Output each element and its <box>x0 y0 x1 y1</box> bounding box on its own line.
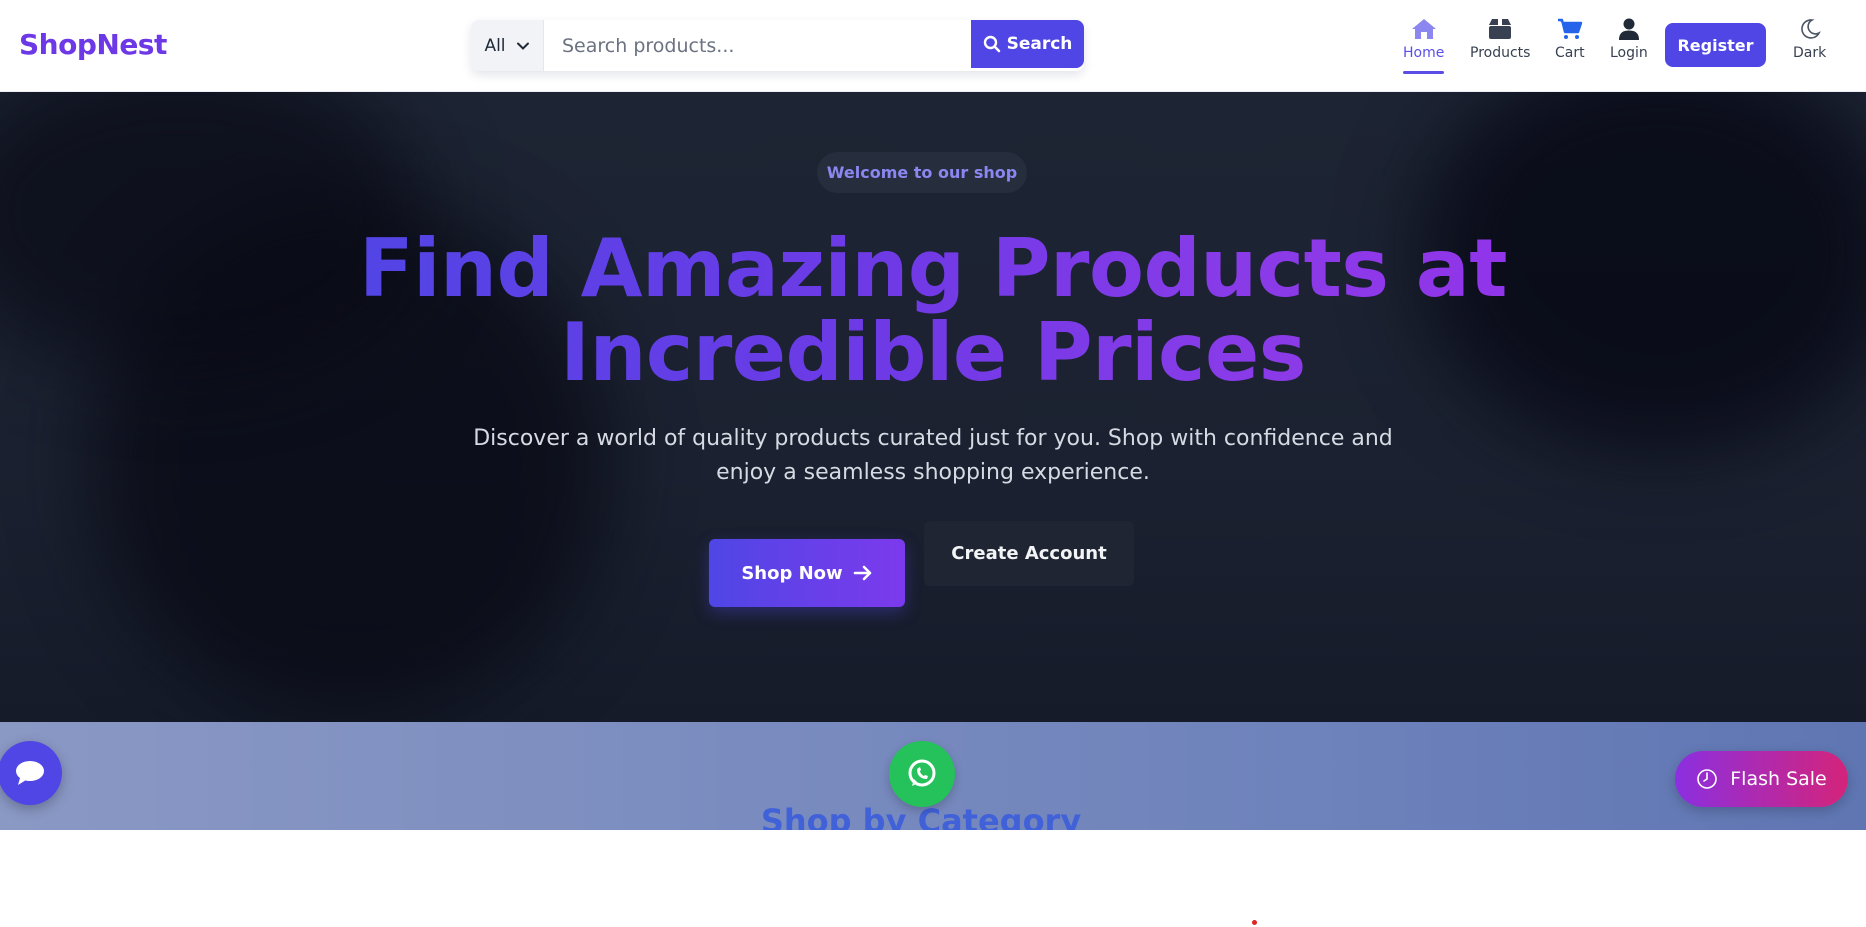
nav-login-label: Login <box>1610 45 1648 61</box>
chevron-down-icon <box>516 42 529 50</box>
moon-icon <box>1800 19 1821 39</box>
shop-now-button[interactable]: Shop Now <box>709 539 905 607</box>
nav-products-label: Products <box>1470 45 1531 61</box>
search-icon <box>983 35 1000 53</box>
hero-subtitle-line2: enjoy a seamless shopping experience. <box>716 460 1150 485</box>
flash-sale-button[interactable]: Flash Sale <box>1675 751 1848 807</box>
create-account-button[interactable]: Create Account <box>924 521 1134 586</box>
search-button-label: Search <box>1006 34 1073 54</box>
chat-button[interactable] <box>0 741 62 805</box>
search-button[interactable]: Search <box>971 20 1084 68</box>
search-category-select[interactable]: All <box>471 20 544 71</box>
hero-subtitle-line1: Discover a world of quality products cur… <box>473 426 1393 451</box>
search-bar: All Search <box>471 20 1084 71</box>
dark-mode-toggle[interactable]: Dark <box>1793 18 1826 61</box>
home-icon <box>1411 19 1436 39</box>
dark-mode-label: Dark <box>1793 45 1827 61</box>
status-dot <box>1252 920 1257 925</box>
nav-login[interactable]: Login <box>1610 18 1648 61</box>
nav-active-underline <box>1403 71 1445 74</box>
box-icon <box>1489 19 1512 39</box>
hero-subtitle: Discover a world of quality products cur… <box>430 422 1436 490</box>
search-input[interactable] <box>544 20 971 71</box>
chat-icon <box>16 761 44 785</box>
hero-title-line2: Incredible Prices <box>560 306 1306 399</box>
page-bottom <box>0 830 1866 927</box>
shop-now-label: Shop Now <box>741 562 843 584</box>
cart-icon <box>1557 18 1582 39</box>
search-category-label: All <box>484 35 506 56</box>
clock-icon <box>1697 769 1718 789</box>
nav-cart[interactable]: Cart <box>1555 18 1585 61</box>
logo[interactable]: ShopNest <box>19 28 167 61</box>
hero-section: Welcome to our shop Find Amazing Product… <box>0 92 1866 722</box>
arrow-right-icon <box>853 565 871 581</box>
nav-home[interactable]: Home <box>1403 18 1445 74</box>
welcome-badge: Welcome to our shop <box>817 152 1027 193</box>
navbar: ShopNest All Search Home Products Cart L… <box>0 0 1866 92</box>
whatsapp-button[interactable] <box>889 741 955 807</box>
hero-title-line1: Find Amazing Products at <box>358 222 1508 315</box>
register-button[interactable]: Register <box>1665 23 1766 67</box>
user-icon <box>1618 18 1639 40</box>
nav-products[interactable]: Products <box>1470 18 1530 61</box>
whatsapp-icon <box>908 759 936 787</box>
nav-home-label: Home <box>1403 45 1445 61</box>
hero-title: Find Amazing Products at Incredible Pric… <box>300 227 1566 395</box>
flash-sale-label: Flash Sale <box>1730 768 1827 790</box>
nav-cart-label: Cart <box>1555 45 1585 61</box>
